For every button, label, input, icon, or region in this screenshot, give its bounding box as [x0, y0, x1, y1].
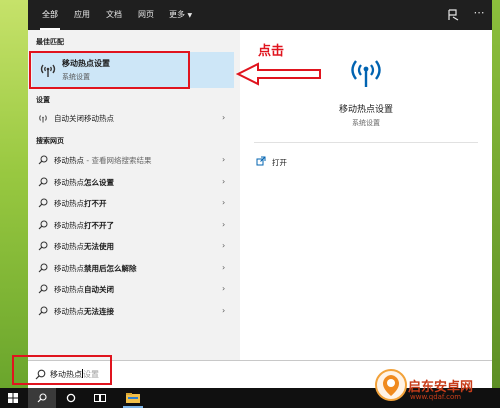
search-icon — [38, 198, 48, 208]
desktop-background-right — [492, 0, 500, 388]
cortana-icon[interactable] — [66, 393, 76, 403]
chevron-right-icon: › — [222, 219, 226, 229]
best-match-heading: 最佳匹配 — [36, 38, 64, 46]
windows-start-icon[interactable] — [8, 393, 18, 403]
web-suggestion-row[interactable]: 移动热点怎么设置 › — [32, 172, 234, 192]
watermark-url: www.qdaf.com — [410, 393, 462, 401]
search-icon — [37, 393, 47, 403]
open-icon — [256, 156, 266, 166]
web-suggestion-row[interactable]: 移动热点禁用后怎么解除 › — [32, 258, 234, 278]
settings-heading: 设置 — [36, 96, 50, 104]
web-suggestion-suffix: 打不开 — [84, 199, 107, 208]
tab-web[interactable]: 网页 — [138, 0, 154, 30]
watermark-logo-icon — [375, 369, 407, 401]
search-icon — [38, 263, 48, 272]
chevron-right-icon: › — [222, 262, 226, 272]
chevron-down-icon: ▼ — [187, 12, 193, 19]
search-icon — [38, 284, 48, 294]
taskbar-search-button[interactable] — [28, 388, 56, 408]
web-suggestion-prefix: 移动热点 — [54, 177, 84, 187]
web-suggestion-label: 移动热点无法使用 — [54, 241, 114, 252]
chevron-right-icon: › — [222, 198, 226, 207]
annotation-click-label: 点击 — [258, 44, 285, 59]
chevron-right-icon: › — [222, 155, 226, 164]
web-suggestion-row[interactable]: 移动热点打不开了 › — [32, 215, 234, 235]
tab-all[interactable]: 全部 — [40, 0, 60, 30]
hotspot-icon — [351, 60, 381, 87]
web-suggestion-row[interactable]: 移动热点打不开 › — [32, 193, 234, 213]
web-suggestion-row[interactable]: 移动热点 - 查看网络搜索结果 › — [32, 150, 234, 170]
web-suggestion-prefix: 移动热点 — [54, 156, 84, 165]
web-suggestion-suffix: 怎么设置 — [84, 177, 114, 187]
annotation-highlight-box — [29, 51, 190, 89]
open-action-label: 打开 — [272, 158, 287, 167]
chevron-right-icon: › — [222, 284, 226, 293]
web-suggestion-suffix: 无法连接 — [84, 306, 114, 316]
chevron-right-icon: › — [222, 241, 226, 250]
tab-more-label: 更多 — [169, 10, 185, 19]
open-action[interactable]: 打开 — [254, 150, 374, 170]
web-suggestion-suffix: 禁用后怎么解除 — [84, 263, 137, 273]
settings-item-label: 自动关闭移动热点 — [54, 114, 114, 123]
web-suggestion-prefix: 移动热点 — [54, 199, 84, 208]
web-suggestion-label: 移动热点无法连接 — [54, 306, 114, 317]
chevron-right-icon: › — [222, 305, 226, 315]
tab-more[interactable]: 更多 ▼ — [169, 0, 192, 30]
web-suggestion-suffix: 打不开了 — [84, 220, 114, 230]
web-suggestion-label: 移动热点打不开 — [54, 198, 107, 209]
tab-documents[interactable]: 文档 — [106, 0, 122, 30]
web-suggestion-prefix: 移动热点 — [54, 263, 84, 273]
web-suggestion-prefix: 移动热点 — [54, 285, 84, 294]
annotation-arrow-icon — [236, 62, 321, 86]
web-suggestion-prefix: 移动热点 — [54, 242, 84, 251]
web-suggestion-label: 移动热点禁用后怎么解除 — [54, 263, 137, 274]
search-icon — [38, 220, 48, 229]
search-icon — [38, 155, 48, 165]
task-view-icon[interactable] — [94, 393, 106, 403]
web-suggestion-label: 移动热点自动关闭 — [54, 284, 114, 295]
web-suggestion-prefix: 移动热点 — [54, 220, 84, 230]
web-suggestion-row[interactable]: 移动热点无法连接 › — [32, 301, 234, 321]
feedback-icon[interactable] — [446, 8, 460, 22]
web-suggestion-row[interactable]: 移动热点自动关闭 › — [32, 279, 234, 299]
file-explorer-taskbar-button[interactable] — [120, 388, 146, 408]
web-suggestion-label: 移动热点打不开了 — [54, 220, 114, 231]
annotation-search-box-highlight — [12, 355, 112, 385]
chevron-right-icon: › — [222, 176, 226, 186]
search-tab-bar: 全部 应用 文档 网页 更多 ▼ ⋯ — [28, 0, 492, 30]
detail-title: 移动热点设置 — [338, 105, 393, 115]
more-options-icon[interactable]: ⋯ — [472, 6, 486, 20]
hotspot-icon — [39, 115, 47, 123]
divider — [254, 142, 478, 143]
web-suggestion-suffix: - 查看网络搜索结果 — [84, 156, 152, 165]
web-suggestion-row[interactable]: 移动热点无法使用 › — [32, 236, 234, 256]
web-suggestion-label: 移动热点怎么设置 — [54, 177, 114, 188]
web-suggestion-suffix: 无法使用 — [84, 242, 114, 251]
search-icon — [38, 241, 48, 251]
chevron-right-icon: › — [222, 113, 226, 122]
web-suggestion-label: 移动热点 - 查看网络搜索结果 — [54, 155, 151, 166]
desktop-background — [0, 0, 28, 388]
web-search-heading: 搜索网页 — [36, 137, 64, 145]
web-suggestion-suffix: 自动关闭 — [84, 285, 114, 294]
detail-subtitle: 系统设置 — [352, 119, 380, 127]
search-icon — [38, 177, 48, 186]
folder-icon — [126, 393, 140, 403]
search-icon — [38, 306, 48, 315]
tab-apps[interactable]: 应用 — [74, 0, 90, 30]
settings-item-auto-close-hotspot[interactable]: 自动关闭移动热点 › — [32, 108, 234, 128]
web-suggestion-prefix: 移动热点 — [54, 306, 84, 316]
